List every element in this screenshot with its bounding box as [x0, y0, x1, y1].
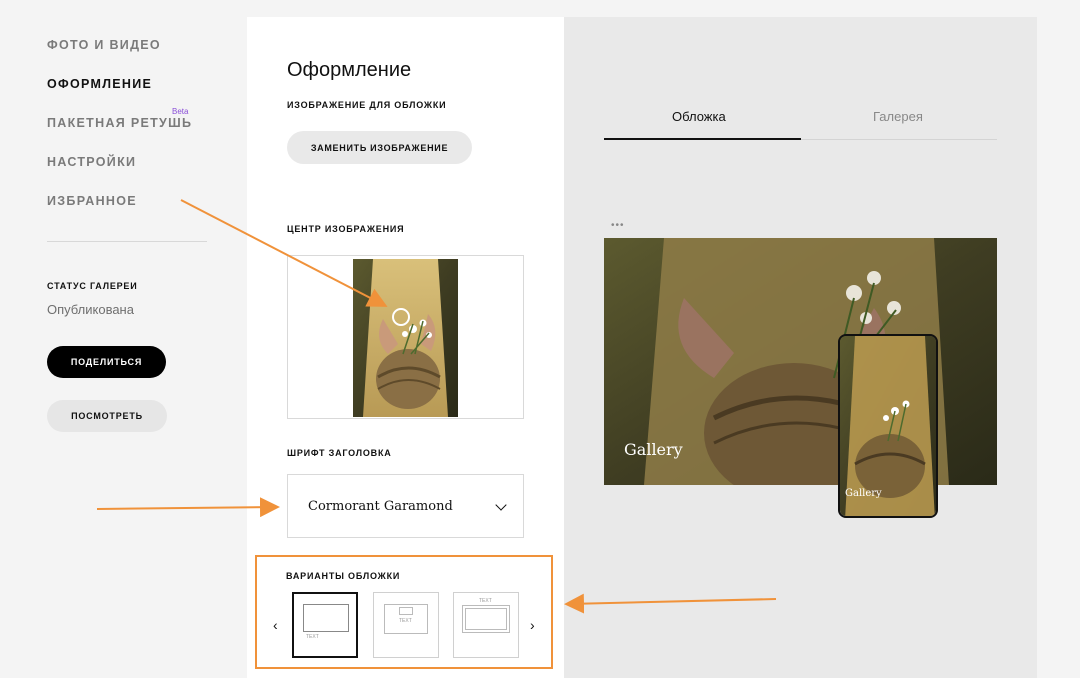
cover-variant-2[interactable]: TEXT [373, 592, 439, 658]
chevron-left-icon[interactable]: ‹ [273, 617, 278, 633]
sidebar-item-batch-retouch[interactable]: ПАКЕТНАЯ РЕТУШЬ [47, 116, 192, 130]
cover-variant-1[interactable]: TEXT [292, 592, 358, 658]
cover-variants-section: ВАРИАНТЫ ОБЛОЖКИ ‹ TEXT TEXT TEXT › [255, 555, 553, 669]
sidebar-item-design[interactable]: ОФОРМЛЕНИЕ [47, 77, 152, 91]
sidebar: ФОТО И ВИДЕО ОФОРМЛЕНИЕ ПАКЕТНАЯ РЕТУШЬ … [0, 0, 247, 678]
focus-point-picker[interactable] [287, 255, 524, 419]
mobile-title-text: Gallery [845, 488, 882, 499]
cover-image-label: ИЗОБРАЖЕНИЕ ДЛЯ ОБЛОЖКИ [287, 100, 447, 110]
title-font-select[interactable]: Cormorant Garamond [287, 474, 524, 538]
cover-variant-3[interactable]: TEXT [453, 592, 519, 658]
sidebar-item-settings[interactable]: НАСТРОЙКИ [47, 155, 136, 169]
page-title: Оформление [287, 59, 412, 81]
focus-point-label: ЦЕНТР ИЗОБРАЖЕНИЯ [287, 224, 405, 234]
active-tab-indicator [604, 138, 801, 140]
chevron-right-icon[interactable]: › [530, 617, 535, 633]
variant-text: TEXT [306, 634, 319, 640]
cover-variants-label: ВАРИАНТЫ ОБЛОЖКИ [286, 571, 401, 581]
tab-cover[interactable]: Обложка [672, 109, 726, 124]
view-button[interactable]: ПОСМОТРЕТЬ [47, 400, 167, 432]
gallery-status-value: Опубликована [47, 302, 134, 317]
mobile-cover-preview: Gallery [838, 334, 938, 518]
variant-text: TEXT [399, 618, 412, 624]
chevron-down-icon [495, 499, 507, 511]
cover-title-text: Gallery [624, 440, 683, 459]
beta-badge: Beta [172, 107, 189, 116]
desktop-cover-preview: Gallery [604, 238, 997, 485]
gallery-status-title: СТАТУС ГАЛЕРЕИ [47, 281, 138, 291]
replace-image-button[interactable]: ЗАМЕНИТЬ ИЗОБРАЖЕНИЕ [287, 131, 472, 164]
more-options-icon[interactable]: ••• [611, 220, 625, 231]
title-font-value: Cormorant Garamond [308, 498, 453, 514]
variant-text: TEXT [479, 598, 492, 604]
focus-point-handle[interactable] [392, 308, 410, 326]
title-font-label: ШРИФТ ЗАГОЛОВКА [287, 448, 392, 458]
share-button[interactable]: ПОДЕЛИТЬСЯ [47, 346, 166, 378]
sidebar-divider [47, 241, 207, 242]
sidebar-item-photo-video[interactable]: ФОТО И ВИДЕО [47, 38, 161, 52]
sidebar-item-favorites[interactable]: ИЗБРАННОЕ [47, 194, 137, 208]
tab-gallery[interactable]: Галерея [873, 109, 923, 124]
cover-thumbnail-image [353, 259, 458, 417]
design-settings-panel: Оформление ИЗОБРАЖЕНИЕ ДЛЯ ОБЛОЖКИ ЗАМЕН… [247, 17, 564, 678]
cover-preview-area: Обложка Галерея ••• Gallery Gallery [564, 17, 1037, 678]
